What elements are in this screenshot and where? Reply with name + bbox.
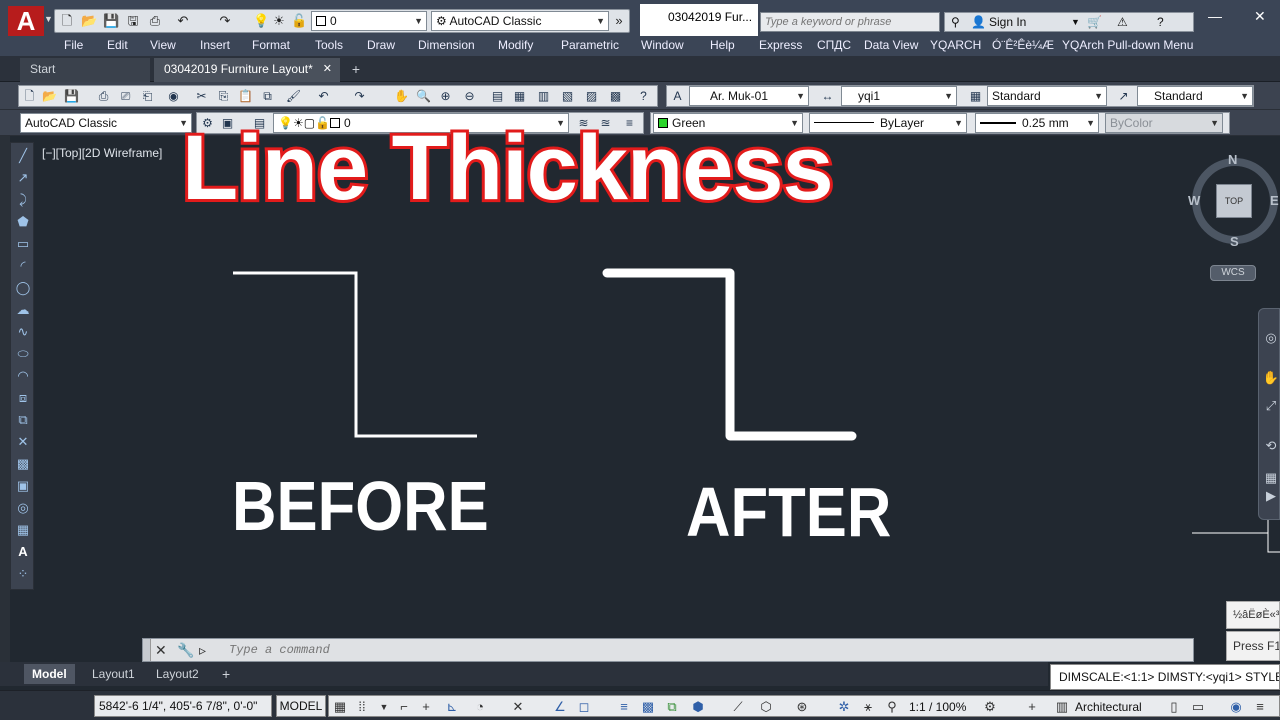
lock-ui-icon[interactable]: ▯ — [1165, 698, 1183, 716]
compass-east[interactable]: E — [1270, 193, 1279, 208]
status-toggles: ▦ ⁞⁞ ▼ ⌐ + ⊾ ◔ ✕ ∠ ◻ ≡ ▩ ⧉ ⬢ ⟋ ⬡ ⊛ ✲ ⚹ ⚲… — [328, 695, 1280, 717]
isodraft-icon[interactable]: ✕ — [509, 698, 527, 716]
hardware-acceleration-icon[interactable]: ◉ — [1227, 698, 1245, 716]
ortho-icon[interactable]: ⊾ — [443, 698, 461, 716]
add-layout-button[interactable]: + — [214, 664, 238, 684]
compass-west[interactable]: W — [1188, 193, 1200, 208]
coordinates-readout[interactable]: 5842'-6 1/4", 405'-6 7/8", 0'-0" — [94, 695, 272, 717]
close-icon[interactable]: ✕ — [155, 642, 167, 659]
navigation-bar: ◎ ✋ ⤢ ⟲ ▦ ▶ — [1258, 308, 1280, 520]
auto-scale-icon[interactable]: ⚹ — [859, 698, 877, 716]
lineweight-icon[interactable]: ≡ — [615, 698, 633, 716]
viewcube[interactable]: TOP N S W E — [1188, 152, 1280, 252]
wrench-icon[interactable]: 🔧 — [177, 642, 194, 659]
gizmo-icon[interactable]: ⊛ — [793, 698, 811, 716]
annotation-visibility-icon[interactable]: ✲ — [835, 698, 853, 716]
infer-constraints-icon[interactable]: ⌐ — [395, 698, 413, 716]
selection-cycling-icon[interactable]: ⧉ — [663, 698, 681, 716]
orbit-icon[interactable]: ⟲ — [1262, 437, 1280, 455]
transparency-icon[interactable]: ▩ — [639, 698, 657, 716]
units-value[interactable]: Architectural — [1075, 698, 1142, 716]
tab-layout2[interactable]: Layout2 — [148, 664, 207, 684]
partial-rectangle-right[interactable] — [1267, 515, 1280, 553]
quick-properties-icon[interactable]: ▥ — [1053, 698, 1071, 716]
steering-wheel-icon[interactable]: ◎ — [1262, 329, 1280, 347]
model-space-button[interactable]: MODEL — [276, 695, 326, 717]
add-icon[interactable]: + — [1023, 698, 1041, 716]
command-line: ✕ 🔧 ▹ — [142, 638, 1194, 662]
dimension-status: DIMSCALE:<1:1> DIMSTY:<yqi1> STYLE:< — [1050, 664, 1280, 690]
compass-south[interactable]: S — [1230, 234, 1239, 249]
status-bar: 5842'-6 1/4", 405'-6 7/8", 0'-0" MODEL ▦… — [0, 690, 1280, 720]
grid-icon[interactable]: ▦ — [331, 698, 349, 716]
gear-icon[interactable]: ⚙ — [981, 698, 999, 716]
after-thick-polyline[interactable] — [602, 268, 857, 441]
clean-screen-icon[interactable]: ≡ — [1251, 698, 1269, 716]
play-icon[interactable]: ▶ — [1262, 487, 1280, 505]
wcs-menu[interactable]: WCS — [1210, 265, 1256, 281]
isolate-objects-icon[interactable]: ▭ — [1189, 698, 1207, 716]
command-prompt-icon[interactable]: ▹ — [199, 642, 206, 659]
before-caption: BEFORE — [232, 467, 489, 545]
showmotion-icon[interactable]: ▦ — [1262, 469, 1280, 487]
viewcube-top-face[interactable]: TOP — [1216, 184, 1252, 218]
object-snap-tracking-icon[interactable]: ∠ — [551, 698, 569, 716]
polar-tracking-icon[interactable]: ◔ — [471, 698, 489, 716]
dynamic-input-icon[interactable]: + — [417, 698, 435, 716]
help-popup: Press F1 — [1226, 631, 1280, 661]
annotation-scale-icon[interactable]: ⚲ — [883, 698, 901, 716]
compass-north[interactable]: N — [1228, 152, 1237, 167]
tab-model[interactable]: Model — [24, 664, 75, 684]
zoom-extents-icon[interactable]: ⤢ — [1262, 397, 1280, 415]
drawing-geometry — [233, 268, 1280, 553]
command-input[interactable] — [229, 641, 1129, 659]
chevron-down-icon[interactable]: ▼ — [375, 698, 393, 716]
annotation-scale-value[interactable]: 1:1 / 100% — [909, 698, 966, 716]
overlay-headline: Line Thickness — [179, 114, 837, 222]
object-snap-icon[interactable]: ◻ — [575, 698, 593, 716]
dynamic-ucs-icon[interactable]: ⟋ — [729, 698, 747, 716]
snap-icon[interactable]: ⁞⁞ — [353, 698, 371, 716]
info-popup: ½âËøÈ«³ — [1226, 601, 1280, 629]
layout-tab-bar: Model Layout1 Layout2 + — [0, 662, 1048, 686]
before-thin-polyline[interactable] — [233, 271, 477, 438]
tab-layout1[interactable]: Layout1 — [84, 664, 143, 684]
selection-filter-icon[interactable]: ⬡ — [757, 698, 775, 716]
3d-object-snap-icon[interactable]: ⬢ — [689, 698, 707, 716]
after-caption: AFTER — [686, 473, 892, 551]
pan-icon[interactable]: ✋ — [1262, 369, 1280, 387]
command-line-grip[interactable] — [143, 639, 151, 661]
